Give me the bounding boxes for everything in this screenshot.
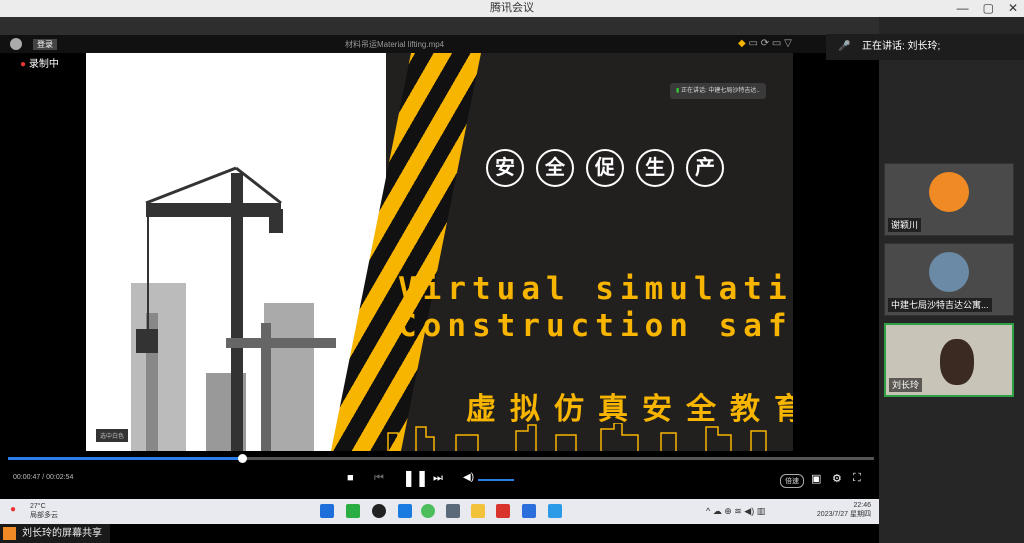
wps-icon[interactable] (496, 504, 510, 518)
speaking-text: 正在讲话: 刘长玲; (862, 41, 941, 52)
volume-icon[interactable]: ◀) (463, 472, 474, 483)
playback-controls: 00:00:47 / 00:02:54 ■ ⏮ ❚❚ ⏭ ◀) 倍速 ▣ ⚙ ⛶ (0, 462, 879, 498)
circle-char: 促 (586, 149, 624, 187)
video-watermark: 选中白色 (96, 429, 129, 442)
inner-speaking-indicator: ▮ 正在讲话: 中建七局沙特吉达.. (670, 83, 766, 99)
circle-char: 安 (486, 149, 524, 187)
participant-name: 中建七局沙特吉达公寓... (888, 298, 992, 312)
edge-icon[interactable] (421, 504, 435, 518)
participant-name: 刘长玲 (889, 378, 923, 392)
toolbar-icons[interactable]: ◆ ▭ ⟳ ▭ ▽ (738, 38, 792, 49)
title-line-2: Construction safety (398, 308, 793, 344)
weather-desc: 局部多云 (30, 512, 58, 519)
window-title: 腾讯会议 (490, 2, 534, 14)
inner-speaking-text: 正在讲话: 中建七局沙特吉达.. (680, 88, 760, 94)
recording-label: 录制中 (28, 59, 59, 70)
mic-icon: ▮ (676, 88, 680, 94)
skyline-outline (387, 423, 767, 451)
share-top-strip (0, 17, 879, 35)
title-line-1: Virtual simulation (398, 271, 793, 307)
close-icon[interactable]: ✕ (1008, 0, 1018, 17)
user-avatar-icon[interactable] (10, 38, 22, 50)
crane-illustration (131, 166, 336, 451)
screen-share-label: 刘长玲的屏幕共享 (0, 524, 110, 543)
time-readout: 00:00:47 / 00:02:54 (13, 474, 74, 481)
temperature: 27°C (30, 503, 46, 510)
next-icon[interactable]: ⏭ (433, 472, 443, 485)
weather-widget[interactable]: 27°C 局部多云 (30, 502, 58, 520)
circle-char: 产 (686, 149, 724, 187)
tencent-meeting-icon[interactable] (548, 504, 562, 518)
video-progress-bar[interactable] (8, 454, 874, 463)
participant-tile-active[interactable]: 刘长玲 (884, 323, 1014, 397)
video-frame: 安 全 促 生 产 Virtual simulation Constructio… (86, 53, 793, 451)
subtitle-icon[interactable]: ▣ (811, 472, 821, 485)
folder-icon[interactable] (471, 504, 485, 518)
tray-icons[interactable]: ^ ☁ ⊕ ≋ ◀) ▥ (706, 506, 765, 517)
meeting-window: 腾讯会议 — ▢ ✕ 登录 材料吊运Material lifting.mp4 ◆… (0, 0, 1024, 543)
avatar (940, 339, 974, 385)
app-icon[interactable] (398, 504, 412, 518)
participant-tile[interactable]: 谢颖川 (884, 163, 1014, 236)
recording-indicator: ● 录制中 (20, 55, 59, 70)
settings-icon[interactable]: ⚙ (832, 472, 842, 485)
volume-slider[interactable] (478, 479, 514, 481)
mail-icon[interactable] (522, 504, 536, 518)
tray-date: 2023/7/27 星期四 (816, 511, 871, 518)
previous-icon[interactable]: ⏮ (374, 472, 384, 485)
pause-icon[interactable]: ❚❚ (402, 468, 429, 488)
circle-char: 生 (636, 149, 674, 187)
participant-name: 谢颖川 (888, 218, 922, 232)
avatar (929, 172, 969, 212)
progress-fill (8, 457, 242, 460)
system-tray[interactable]: 22:46 2023/7/27 星期四 (817, 501, 871, 519)
record-icon: ● (20, 59, 27, 70)
login-button[interactable]: 登录 (33, 39, 57, 50)
chinese-title: 虚拟仿真安全教育 (466, 393, 793, 426)
qq-icon[interactable] (372, 504, 386, 518)
person-icon (3, 527, 16, 540)
tray-time: 22:46 (853, 502, 871, 509)
participant-tile[interactable]: 中建七局沙特吉达公寓... (884, 243, 1014, 316)
calculator-icon[interactable] (446, 504, 460, 518)
avatar (929, 252, 969, 292)
windows-start-icon[interactable] (320, 504, 334, 518)
windows-taskbar: ● 27°C 局部多云 22:46 2023/7/27 星期四 ^ ☁ ⊕ ≋ … (0, 499, 879, 524)
weather-icon: ● (10, 504, 17, 515)
minimize-icon[interactable]: — (957, 0, 969, 17)
mic-icon: 🎤 (838, 41, 851, 52)
video-filename: 材料吊运Material lifting.mp4 (345, 40, 445, 49)
player-header: 登录 材料吊运Material lifting.mp4 ◆ ▭ ⟳ ▭ ▽ (0, 35, 879, 53)
stop-icon[interactable]: ■ (347, 472, 354, 484)
speaking-indicator: 🎤 正在讲话: 刘长玲; (826, 34, 1024, 60)
fullscreen-icon[interactable]: ⛶ (853, 472, 861, 485)
maximize-icon[interactable]: ▢ (983, 0, 994, 17)
wechat-icon[interactable] (346, 504, 360, 518)
circle-char: 全 (536, 149, 574, 187)
title-bar: 腾讯会议 — ▢ ✕ (0, 0, 1024, 17)
share-label-text: 刘长玲的屏幕共享 (22, 528, 102, 539)
speed-button[interactable]: 倍速 (780, 474, 804, 488)
